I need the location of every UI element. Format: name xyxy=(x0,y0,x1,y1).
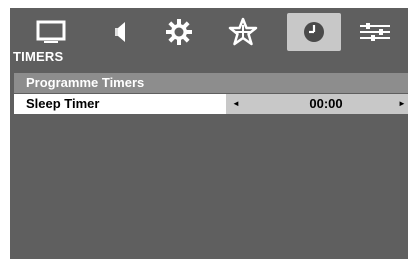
programme-timers-header: Programme Timers xyxy=(14,73,408,93)
section-title: TIMERS xyxy=(13,49,64,64)
sleep-timer-row[interactable]: Sleep Timer ◄ 00:00 ► xyxy=(14,94,408,114)
menu-icon-bar: TIMERS xyxy=(10,8,408,66)
clock-icon[interactable] xyxy=(287,13,341,51)
settings-gear-icon[interactable] xyxy=(152,13,206,51)
sleep-timer-value: 00:00 xyxy=(309,96,343,111)
tv-menu-screen: TIMERS Programme Timers Sleep Timer ◄ 00… xyxy=(10,8,408,259)
left-arrow-icon[interactable]: ◄ xyxy=(230,94,242,114)
setup-sliders-icon[interactable] xyxy=(348,13,402,51)
sound-icon[interactable] xyxy=(92,13,146,51)
picture-icon[interactable] xyxy=(24,13,78,51)
right-arrow-icon[interactable]: ► xyxy=(396,94,408,114)
sleep-timer-value-selector[interactable]: ◄ 00:00 ► xyxy=(226,94,408,114)
sleep-timer-label: Sleep Timer xyxy=(14,94,226,114)
channels-star-icon[interactable] xyxy=(216,13,270,51)
